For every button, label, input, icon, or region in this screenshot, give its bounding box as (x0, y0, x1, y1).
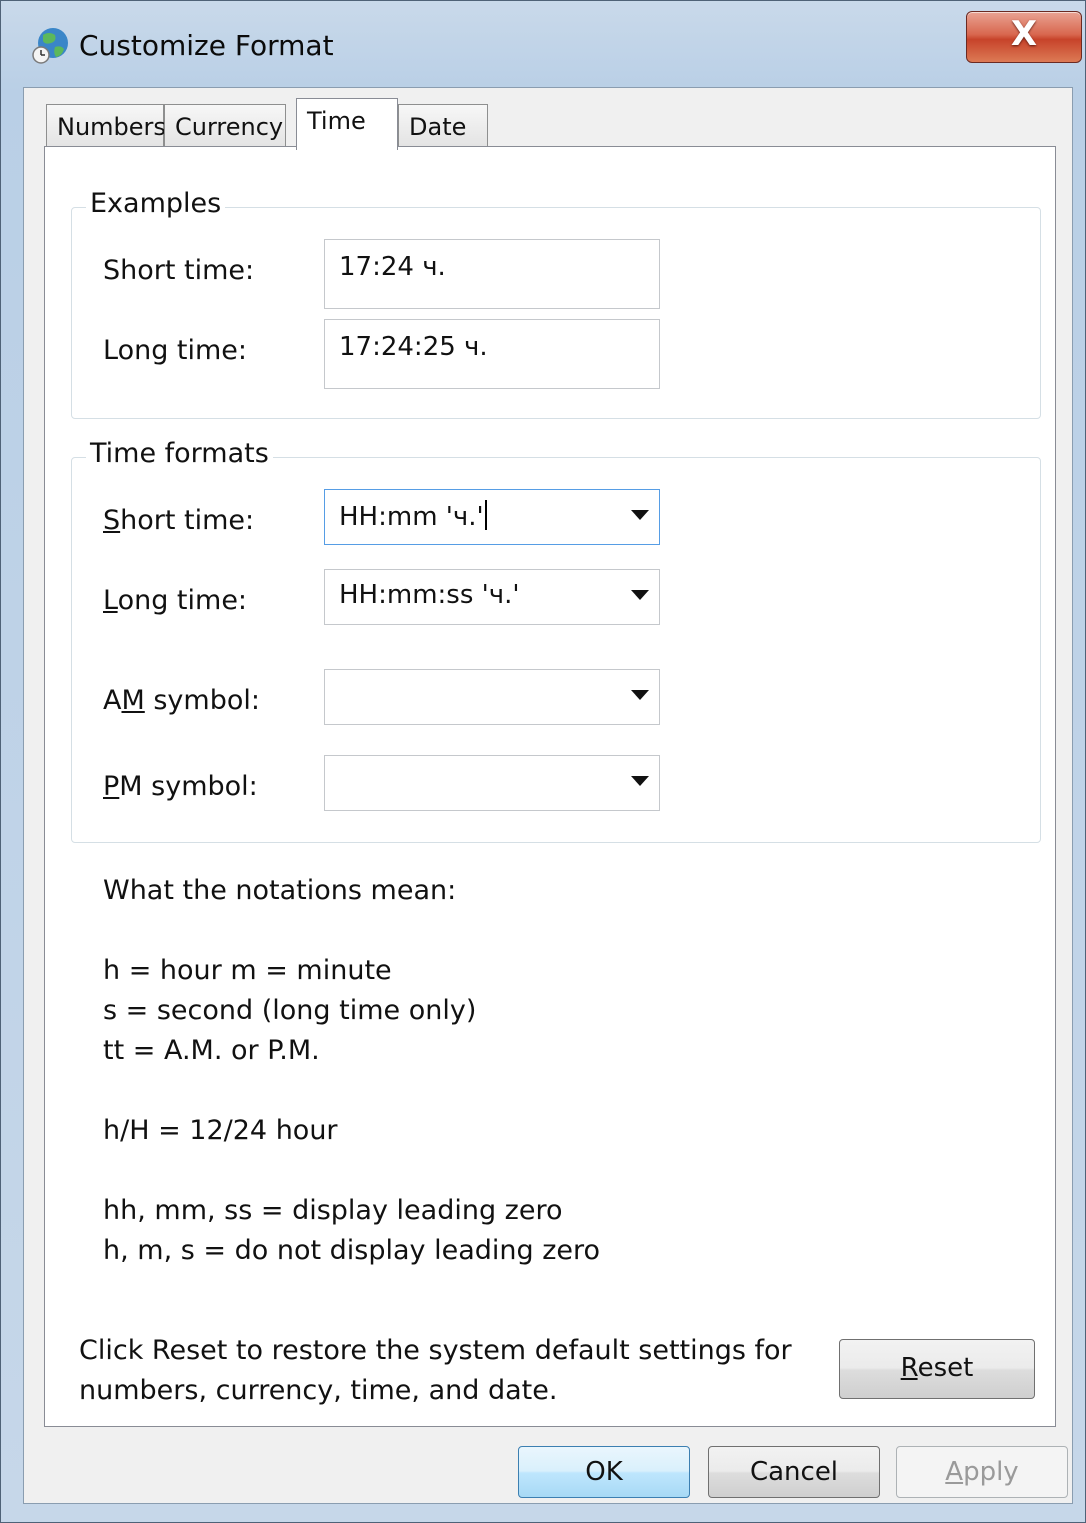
example-long-time-label: Long time: (103, 335, 248, 366)
long-time-combo[interactable]: HH:mm:ss 'ч.' (324, 569, 660, 625)
text-caret (484, 500, 487, 530)
notation-line: h = hour m = minute (103, 955, 392, 986)
tab-date[interactable]: Date (398, 104, 488, 148)
short-time-combo[interactable]: HH:mm 'ч.' (324, 489, 660, 545)
am-symbol-label-pre: A (103, 685, 122, 716)
am-symbol-accesskey: M (121, 685, 145, 716)
am-symbol-label: AM symbol: (103, 685, 260, 716)
reset-button-text: eset (917, 1353, 974, 1383)
close-icon: X (1010, 14, 1038, 54)
tab-currency[interactable]: Currency (164, 104, 286, 148)
pm-symbol-label-text: M symbol: (119, 771, 258, 802)
tab-time[interactable]: Time (296, 98, 398, 150)
am-symbol-combo[interactable] (324, 669, 660, 725)
example-short-time-text: 17:24 ч. (339, 252, 446, 282)
title-bar[interactable]: Customize Format X (1, 1, 1085, 89)
reset-accesskey: R (900, 1353, 918, 1383)
short-time-value-text: HH:mm 'ч.' (339, 502, 484, 532)
example-short-time-value: 17:24 ч. (324, 239, 660, 309)
chevron-down-icon[interactable] (631, 690, 649, 700)
example-short-time-label: Short time: (103, 255, 255, 286)
cancel-button[interactable]: Cancel (708, 1446, 880, 1498)
reset-description-line2: numbers, currency, time, and date. (79, 1375, 558, 1406)
long-time-label-text: ong time: (117, 585, 248, 616)
tab-page-time: Examples Short time: 17:24 ч. Long time:… (44, 146, 1056, 1427)
am-symbol-label-text: symbol: (144, 685, 260, 716)
notation-line: s = second (long time only) (103, 995, 477, 1026)
apply-accesskey: A (945, 1457, 964, 1487)
short-time-label: Short time: (103, 505, 254, 536)
pm-symbol-label: PM symbol: (103, 771, 258, 802)
apply-button-text: pply (963, 1457, 1019, 1487)
close-button[interactable]: X (966, 11, 1082, 63)
notation-line: h/H = 12/24 hour (103, 1115, 338, 1146)
example-long-time-value: 17:24:25 ч. (324, 319, 660, 389)
dialog-window: Customize Format X Numbers Currency Time… (0, 0, 1086, 1523)
long-time-label: Long time: (103, 585, 247, 616)
ok-button[interactable]: OK (518, 1446, 690, 1498)
pm-symbol-accesskey: P (103, 771, 120, 802)
chevron-down-icon[interactable] (631, 776, 649, 786)
dialog-body: Numbers Currency Time Date Examples Shor… (23, 87, 1073, 1504)
examples-group-label: Examples (86, 188, 226, 219)
reset-description-line1: Click Reset to restore the system defaul… (79, 1335, 792, 1366)
short-time-value[interactable]: HH:mm 'ч.' (339, 500, 487, 532)
globe-clock-icon (32, 28, 68, 64)
pm-symbol-combo[interactable] (324, 755, 660, 811)
notation-line: h, m, s = do not display leading zero (103, 1235, 601, 1266)
chevron-down-icon[interactable] (631, 510, 649, 520)
notation-line: hh, mm, ss = display leading zero (103, 1195, 563, 1226)
chevron-down-icon[interactable] (631, 590, 649, 600)
long-time-value[interactable]: HH:mm:ss 'ч.' (339, 580, 520, 610)
reset-button[interactable]: Reset (839, 1339, 1035, 1399)
short-time-label-text: hort time: (120, 505, 255, 536)
short-time-accesskey: S (103, 505, 121, 536)
tab-numbers[interactable]: Numbers (46, 104, 166, 148)
apply-button[interactable]: Apply (896, 1446, 1068, 1498)
example-long-time-text: 17:24:25 ч. (339, 332, 488, 362)
time-formats-group-label: Time formats (86, 438, 273, 469)
notations-heading: What the notations mean: (103, 875, 457, 906)
window-title: Customize Format (79, 29, 334, 62)
notation-line: tt = A.M. or P.M. (103, 1035, 320, 1066)
long-time-accesskey: L (103, 585, 118, 616)
